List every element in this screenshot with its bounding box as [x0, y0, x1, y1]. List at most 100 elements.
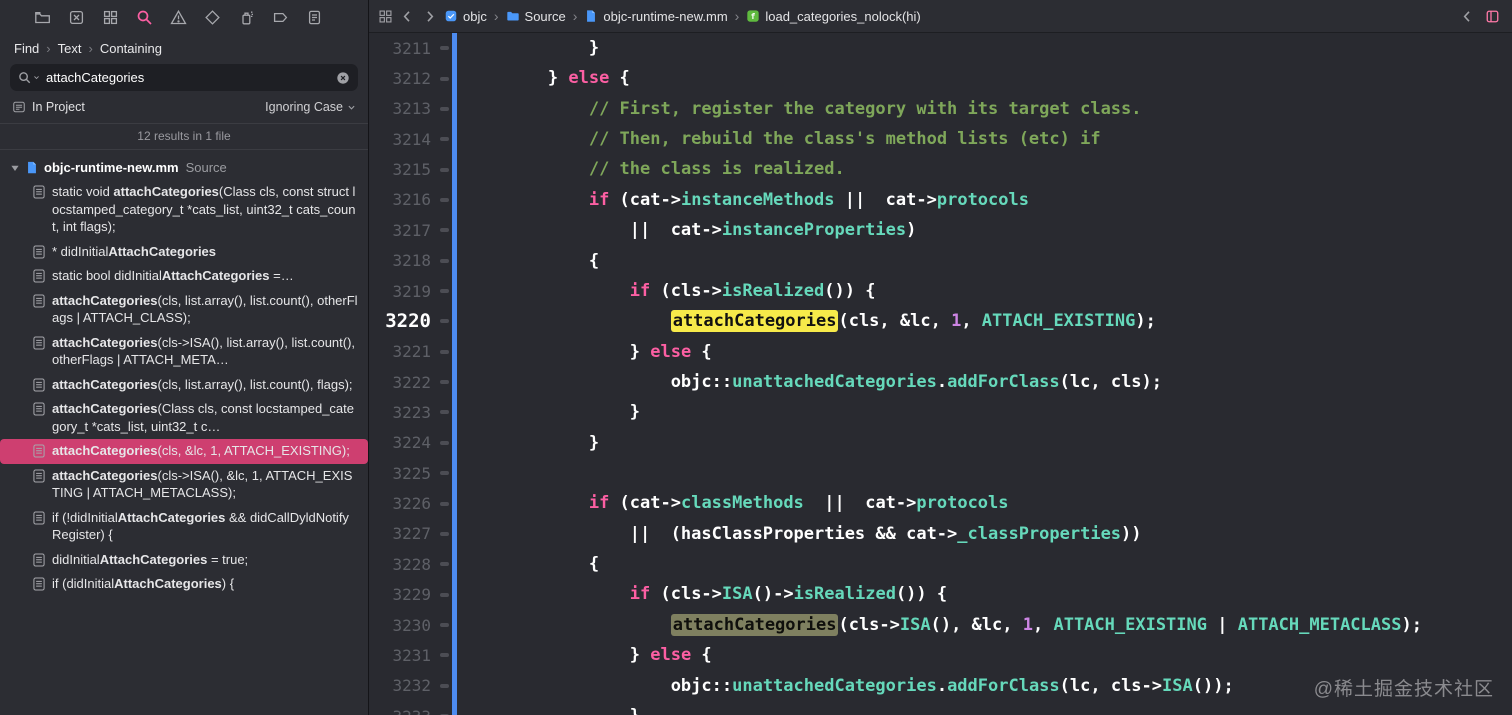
chevron-right-icon[interactable] [422, 9, 437, 24]
jump-bar-right-controls [1460, 9, 1500, 24]
line-number[interactable]: 3214 [369, 130, 437, 149]
find-crumb-text[interactable]: Text [58, 41, 82, 56]
jump-bar-item[interactable]: Source [506, 9, 566, 24]
line-number[interactable]: 3229 [369, 585, 437, 604]
code-line[interactable]: 3212 } else { [369, 63, 1512, 94]
search-field[interactable] [10, 64, 358, 91]
chevron-left-icon[interactable] [400, 9, 415, 24]
line-number[interactable]: 3215 [369, 160, 437, 179]
line-number[interactable]: 3225 [369, 464, 437, 483]
related-items-grid-icon[interactable] [378, 9, 393, 24]
code-line[interactable]: 3218 { [369, 245, 1512, 276]
code-line[interactable]: 3214 // Then, rebuild the class's method… [369, 124, 1512, 155]
code-line[interactable]: 3227 || (hasClassProperties && cat->_cla… [369, 518, 1512, 550]
search-result-row[interactable]: attachCategories(cls, &lc, 1, ATTACH_EXI… [0, 439, 368, 464]
code-line[interactable]: 3229 if (cls->ISA()->isRealized()) { [369, 579, 1512, 610]
source-control-navigator-icon[interactable] [68, 9, 85, 26]
code-line[interactable]: 3233 } [369, 700, 1512, 715]
search-result-row[interactable]: attachCategories(cls, list.array(), list… [0, 289, 368, 331]
code-line[interactable]: 3231 } else { [369, 640, 1512, 671]
code-editor: 3211 } 3212 } else {3213 // First, regist… [369, 33, 1512, 715]
result-text: attachCategories(cls->ISA(), &lc, 1, ATT… [52, 467, 353, 501]
report-navigator-icon[interactable] [306, 9, 323, 26]
debug-navigator-icon[interactable] [238, 9, 255, 26]
search-result-row[interactable]: attachCategories(cls, list.array(), list… [0, 373, 368, 398]
search-result-row[interactable]: static bool didInitialAttachCategories =… [0, 264, 368, 289]
jump-bar-item-label: Source [524, 8, 566, 24]
file-result-header[interactable]: objc-runtime-new.mm Source [0, 158, 368, 180]
search-result-row[interactable]: didInitialAttachCategories = true; [0, 548, 368, 573]
breakpoint-navigator-icon[interactable] [272, 9, 289, 26]
line-number[interactable]: 3222 [369, 373, 437, 392]
line-number[interactable]: 3219 [369, 282, 437, 301]
line-number[interactable]: 3216 [369, 190, 437, 209]
fold-ribbon-mark [437, 410, 452, 415]
line-number[interactable]: 3221 [369, 342, 437, 361]
code-line[interactable]: 3215 // the class is realized. [369, 154, 1512, 185]
editor-options-icon[interactable] [1485, 9, 1500, 24]
fold-ribbon-mark [437, 653, 452, 658]
search-result-row[interactable]: if (!didInitialAttachCategories && didCa… [0, 506, 368, 548]
code-line[interactable]: 3230 attachCategories (cls->ISA(), &lc, 1… [369, 609, 1512, 641]
disclosure-triangle-icon[interactable] [10, 163, 20, 173]
code-line[interactable]: 3226 if (cat->classMethods || cat->proto… [369, 488, 1512, 519]
jump-bar-item[interactable]: objc [444, 9, 487, 24]
clear-search-button[interactable] [336, 71, 350, 85]
line-number[interactable]: 3230 [369, 616, 437, 635]
jump-bar-item[interactable]: objc-runtime-new.mm [584, 9, 728, 24]
test-navigator-icon[interactable] [204, 9, 221, 26]
change-bar [452, 458, 457, 489]
line-number[interactable]: 3226 [369, 494, 437, 513]
search-result-row[interactable]: if (didInitialAttachCategories) { [0, 572, 368, 597]
doc-text-icon [33, 402, 45, 416]
search-result-row[interactable]: attachCategories(cls->ISA(), list.array(… [0, 331, 368, 373]
line-number[interactable]: 3227 [369, 524, 437, 543]
code-line[interactable]: 3221 } else { [369, 336, 1512, 367]
line-number[interactable]: 3231 [369, 646, 437, 665]
circle-x-icon [336, 71, 350, 85]
code-line[interactable]: 3216 if (cat->instanceMethods || cat->pr… [369, 184, 1512, 216]
code-line[interactable]: 3223 } [369, 397, 1512, 428]
code-text: if (cat->instanceMethods || cat->protoco… [588, 189, 1029, 210]
find-navigator-icon[interactable] [136, 9, 153, 26]
fold-ribbon-mark [437, 501, 452, 506]
doc-text-icon [33, 269, 45, 283]
line-number[interactable]: 3224 [369, 433, 437, 452]
line-number[interactable]: 3220 [369, 310, 437, 332]
chevron-left-icon[interactable] [1460, 9, 1475, 24]
symbol-navigator-icon[interactable] [102, 9, 119, 26]
fold-ribbon-mark [437, 228, 452, 233]
line-number[interactable]: 3211 [369, 39, 437, 58]
search-result-row[interactable]: attachCategories(cls->ISA(), &lc, 1, ATT… [0, 464, 368, 506]
code-line[interactable]: 3222 objc::unattachedCategories.addForCl… [369, 366, 1512, 398]
code-line[interactable]: 3213 // First, register the category wit… [369, 93, 1512, 125]
line-number[interactable]: 3217 [369, 221, 437, 240]
search-result-row[interactable]: * didInitialAttachCategories [0, 240, 368, 265]
line-number[interactable]: 3223 [369, 403, 437, 422]
issue-navigator-icon[interactable] [170, 9, 187, 26]
search-result-row[interactable]: static void attachCategories(Class cls, … [0, 180, 368, 240]
code-line[interactable]: 3220 attachCategories (cls, &lc, 1, ATTAC… [369, 306, 1512, 337]
line-number[interactable]: 3212 [369, 69, 437, 88]
line-number[interactable]: 3233 [369, 707, 437, 715]
code-line[interactable]: 3211 } [369, 33, 1512, 64]
code-line[interactable]: 3228 { [369, 549, 1512, 580]
code-line[interactable]: 3224 } [369, 427, 1512, 459]
project-navigator-icon[interactable] [34, 9, 51, 26]
code-line[interactable]: 3219 if (cls->isRealized()) { [369, 275, 1512, 307]
jump-bar-item[interactable]: f load_categories_nolock(hi) [746, 9, 921, 24]
line-number[interactable]: 3218 [369, 251, 437, 270]
search-result-row[interactable]: attachCategories(Class cls, const locsta… [0, 397, 368, 439]
search-scope-button[interactable]: In Project [12, 100, 85, 114]
search-options-button[interactable] [18, 71, 40, 84]
line-number[interactable]: 3213 [369, 99, 437, 118]
code-line[interactable]: 3217 || cat->instanceProperties) [369, 215, 1512, 246]
line-number[interactable]: 3228 [369, 555, 437, 574]
code-text: { [466, 554, 600, 575]
line-number[interactable]: 3232 [369, 676, 437, 695]
search-input[interactable] [46, 70, 330, 85]
find-crumb-find[interactable]: Find [14, 41, 39, 56]
case-option-dropdown[interactable]: Ignoring Case [265, 100, 356, 114]
find-crumb-containing[interactable]: Containing [100, 41, 162, 56]
code-line[interactable]: 3225 [369, 458, 1512, 489]
